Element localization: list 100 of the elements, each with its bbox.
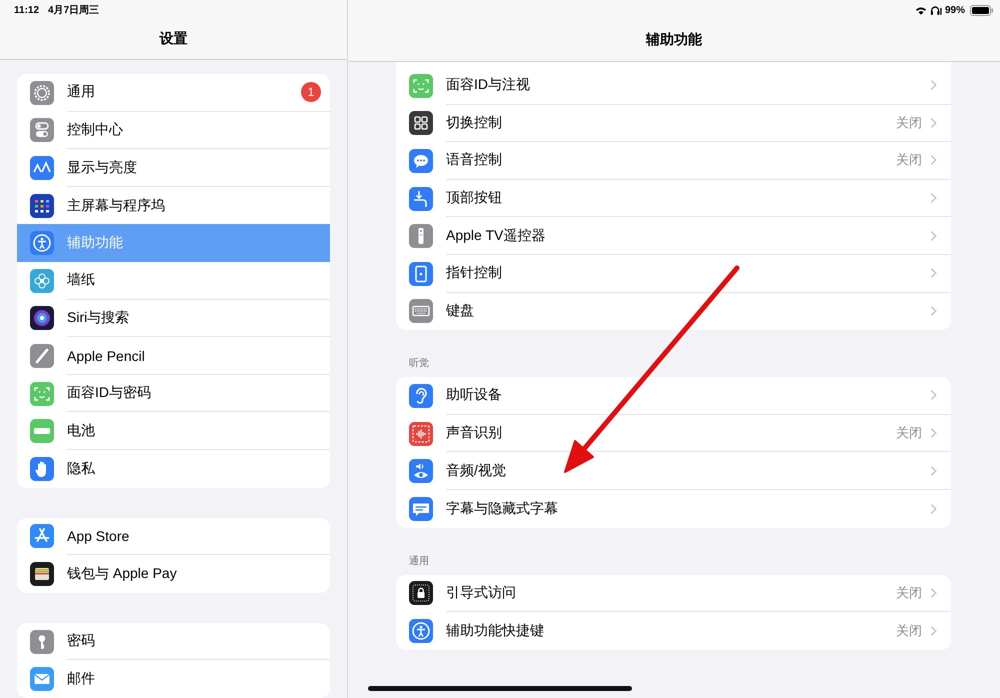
item-label: 面容ID与密码 <box>67 384 152 402</box>
sidebar-item[interactable]: 主屏幕与程序坞 <box>17 186 330 224</box>
sidebar-item[interactable]: 密码 <box>17 622 330 660</box>
sidebar-item[interactable]: 面容ID与密码 <box>17 374 330 412</box>
chevron-icon <box>930 154 937 166</box>
sidebar-item[interactable]: Siri与搜索 <box>17 300 330 338</box>
lock-icon <box>409 581 433 606</box>
battery-percent: 99% <box>944 4 965 16</box>
envelope-icon <box>30 667 54 692</box>
row-value: 关闭 <box>896 114 922 132</box>
caption-bubble-icon <box>409 496 433 521</box>
row-label: 辅助功能快捷键 <box>446 622 545 640</box>
chevron-icon <box>930 586 937 599</box>
row-label: 面容ID与注视 <box>446 76 531 94</box>
item-label: 墙纸 <box>67 271 96 290</box>
toggles-icon <box>30 118 54 142</box>
item-label: 主屏幕与程序坞 <box>67 196 166 215</box>
row-value: 关闭 <box>896 424 922 442</box>
remote-icon <box>409 224 433 248</box>
four-squares-icon <box>409 111 433 136</box>
sidebar-item[interactable]: 通用 1 <box>17 74 330 112</box>
row-label: 字幕与隐藏式字幕 <box>446 500 559 518</box>
row-label: 键盘 <box>446 302 475 320</box>
sidebar-item[interactable]: 显示与亮度 <box>17 149 330 187</box>
row-label: 助听设备 <box>446 386 503 404</box>
chevron-icon <box>930 230 937 242</box>
settings-row[interactable]: 辅助功能快捷键 关闭 <box>396 612 951 650</box>
face-icon <box>30 382 54 406</box>
wifi-icon <box>914 6 927 14</box>
chevron-icon <box>930 502 937 515</box>
key-icon <box>30 630 54 654</box>
item-label: 显示与亮度 <box>67 158 138 177</box>
pencil-icon <box>30 344 54 368</box>
battery-icon <box>30 419 54 444</box>
chevron-icon <box>930 116 937 129</box>
settings-row[interactable]: Apple TV遥控器 <box>396 217 951 255</box>
settings-row[interactable]: 语音控制 关闭 <box>396 142 951 180</box>
chevron-icon <box>930 624 937 637</box>
status-time: 11:12 <box>14 4 40 16</box>
panel-title: 辅助功能 <box>646 30 702 48</box>
section-header: 通用 <box>409 554 429 568</box>
item-label: 钱包与 Apple Pay <box>67 565 178 584</box>
chevron-icon <box>930 464 937 477</box>
item-label: 辅助功能 <box>67 234 124 252</box>
sidebar-item[interactable]: Apple Pencil <box>17 337 330 375</box>
accessibility-icon <box>409 618 433 643</box>
app-grid-icon <box>30 194 54 218</box>
chevron-icon <box>930 79 937 92</box>
wallet-icon <box>30 562 54 586</box>
item-label: 控制中心 <box>67 120 124 139</box>
row-value: 关闭 <box>896 622 922 640</box>
notification-badge: 1 <box>301 82 321 102</box>
settings-row[interactable]: 面容ID与注视 <box>396 67 951 105</box>
item-label: 邮件 <box>67 670 96 688</box>
row-label: 音频/视觉 <box>446 462 507 480</box>
row-value: 关闭 <box>896 584 922 602</box>
row-label: 语音控制 <box>446 151 503 170</box>
panel-title: 设置 <box>160 30 188 48</box>
chevron-icon <box>930 427 937 440</box>
settings-row[interactable]: 助听设备 <box>396 377 951 415</box>
speaker-eye-icon <box>409 459 433 484</box>
face-icon <box>409 74 433 98</box>
item-label: Siri与搜索 <box>67 308 130 327</box>
item-label: 隐私 <box>67 460 96 478</box>
sidebar-item[interactable]: 邮件 <box>17 660 330 698</box>
accessibility-icon <box>30 231 54 256</box>
row-label: 引导式访问 <box>446 584 517 602</box>
speech-bubble-icon <box>409 148 433 173</box>
chevron-icon <box>930 389 937 402</box>
row-label: 切换控制 <box>446 114 503 132</box>
section-header: 听觉 <box>409 357 429 370</box>
settings-row[interactable]: 引导式访问 关闭 <box>396 574 951 612</box>
sidebar-item[interactable]: 控制中心 <box>17 112 330 150</box>
chevron-icon <box>930 192 937 204</box>
item-label: 电池 <box>67 422 96 440</box>
settings-row[interactable]: 键盘 <box>396 292 951 330</box>
sidebar-item[interactable]: 钱包与 Apple Pay <box>17 555 330 593</box>
sidebar-item[interactable]: 电池 <box>17 412 330 450</box>
orb-icon <box>30 306 54 330</box>
item-label: 通用 <box>67 83 96 102</box>
pointer-icon <box>409 262 433 286</box>
sidebar-item[interactable]: 墙纸 <box>17 262 330 300</box>
item-label: 密码 <box>67 632 96 650</box>
row-value: 关闭 <box>896 151 922 170</box>
row-label: 指针控制 <box>446 264 503 282</box>
settings-row[interactable]: 字幕与隐藏式字幕 <box>396 490 951 528</box>
app-store-icon <box>30 524 54 548</box>
battery-status-icon <box>970 4 994 16</box>
headphones-icon <box>930 6 942 14</box>
sidebar-item[interactable]: 隐私 <box>17 450 330 488</box>
chevron-icon <box>930 267 937 280</box>
flower-icon <box>30 268 54 293</box>
settings-row[interactable]: 指针控制 <box>396 254 951 293</box>
item-label: Apple Pencil <box>67 348 146 364</box>
settings-row[interactable]: 切换控制 关闭 <box>396 104 951 142</box>
settings-row[interactable]: 顶部按钮 <box>396 180 951 218</box>
row-label: 声音识别 <box>446 424 503 442</box>
gear-icon <box>30 80 54 105</box>
sidebar-item[interactable]: App Store <box>17 518 330 556</box>
row-label: 顶部按钮 <box>446 189 503 208</box>
